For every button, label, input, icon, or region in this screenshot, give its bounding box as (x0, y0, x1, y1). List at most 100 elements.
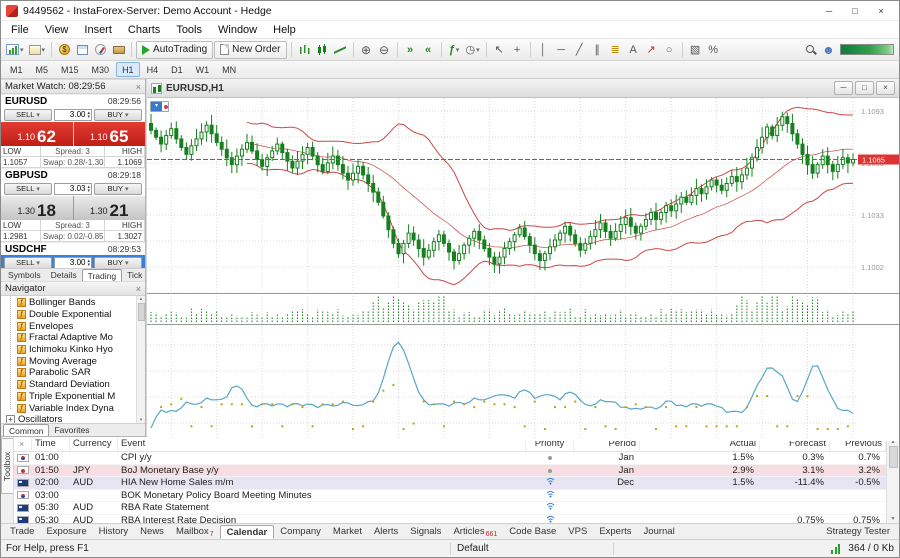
navigator-item-standard-deviation[interactable]: ƒStandard Deviation (1, 379, 145, 391)
buy-button[interactable]: BUY▾ (94, 183, 142, 195)
calendar-scrollbar[interactable]: ▴ ▾ (886, 437, 899, 523)
status-profile[interactable]: Default (457, 543, 607, 554)
tab-articles[interactable]: Articles661 (447, 525, 503, 539)
navigator-tab-common[interactable]: Common (3, 424, 49, 436)
timeframe-m5[interactable]: M5 (30, 62, 55, 77)
tab-market[interactable]: Market (327, 525, 368, 539)
buy-button[interactable]: BUY▾ (94, 109, 142, 121)
timeframe-h4[interactable]: H4 (141, 62, 165, 77)
toolbox-toggle-button[interactable] (110, 41, 127, 59)
tab-company[interactable]: Company (274, 525, 327, 539)
tab-code-base[interactable]: Code Base (503, 525, 562, 539)
volume-input[interactable]: 3.00▴▾ (54, 257, 92, 269)
navigator-item-moving-average[interactable]: ƒMoving Average (1, 355, 145, 367)
minimize-button[interactable]: ─ (816, 2, 842, 20)
navigator-item-variable-index-dyna[interactable]: ƒVariable Index Dyna (1, 402, 145, 414)
navigator-item-fractal-adaptive-mo[interactable]: ƒFractal Adaptive Mo (1, 332, 145, 344)
tab-exposure[interactable]: Exposure (40, 525, 92, 539)
data-window-toggle-button[interactable] (74, 41, 91, 59)
navigator-item-parabolic-sar[interactable]: ƒParabolic SAR (1, 367, 145, 379)
menu-help[interactable]: Help (265, 24, 304, 36)
zoom-out-button[interactable]: ⊖ (376, 41, 393, 59)
calendar-row[interactable]: 01:50JPYBoJ Monetary Base y/yJan2.9%3.1%… (14, 465, 886, 478)
navigator-item-double-exponential[interactable]: ƒDouble Exponential (1, 309, 145, 321)
percent-scale-button[interactable]: % (705, 41, 722, 59)
tab-alerts[interactable]: Alerts (368, 525, 404, 539)
toolbox-vertical-tab[interactable]: Toolbox (1, 438, 13, 494)
market-watch-tab-symbols[interactable]: Symbols (3, 269, 46, 281)
expand-icon[interactable]: + (6, 415, 15, 423)
chart-close-button[interactable]: × (876, 81, 895, 95)
menu-insert[interactable]: Insert (76, 24, 120, 36)
scroll-down-icon[interactable]: ▾ (891, 515, 894, 522)
buy-quote[interactable]: 1.3021 (74, 196, 146, 220)
shapes-button[interactable]: ○ (661, 41, 678, 59)
zoom-in-button[interactable]: ⊕ (358, 41, 375, 59)
volume-spinner[interactable]: ▴▾ (87, 259, 90, 267)
scroll-down-icon[interactable]: ▾ (140, 417, 143, 423)
chart-restore-button[interactable]: □ (855, 81, 874, 95)
objects-list-button[interactable]: ▧ (687, 41, 704, 59)
column-header-currency[interactable]: Currency (70, 437, 118, 451)
new-chart-button[interactable]: ▾ (4, 41, 26, 59)
navigator-item-ichimoku-kinko-hyo[interactable]: ƒIchimoku Kinko Hyo (1, 344, 145, 356)
sell-button[interactable]: SELL▾ (4, 257, 52, 269)
tab-vps[interactable]: VPS (562, 525, 593, 539)
tab-news[interactable]: News (134, 525, 170, 539)
tab-trade[interactable]: Trade (4, 525, 40, 539)
sell-button[interactable]: SELL▾ (4, 109, 52, 121)
timeframe-w1[interactable]: W1 (190, 62, 216, 77)
tab-experts[interactable]: Experts (593, 525, 637, 539)
quote-panel[interactable]: 1.30181.3021 (1, 196, 145, 220)
maximize-button[interactable]: □ (842, 2, 868, 20)
timeframe-d1[interactable]: D1 (165, 62, 189, 77)
navigator-item-envelopes[interactable]: ƒEnvelopes (1, 320, 145, 332)
menu-file[interactable]: File (3, 24, 37, 36)
new-order-button[interactable]: New Order (214, 41, 286, 59)
scrollbar-thumb[interactable] (138, 303, 145, 321)
horizontal-line-button[interactable]: ─ (553, 41, 570, 59)
volume-spinner[interactable]: ▴▾ (87, 111, 90, 119)
one-click-trading-badge[interactable]: ▾ (150, 101, 169, 112)
tab-calendar[interactable]: Calendar (220, 525, 275, 539)
price-chart-svg[interactable]: 1.10931.10631.10331.10021.1065 (147, 98, 900, 438)
calendar-row[interactable]: 03:00BOK Monetary Policy Board Meeting M… (14, 490, 886, 503)
market-watch-toggle-button[interactable]: $ (56, 41, 73, 59)
tab-strategy-tester[interactable]: Strategy Tester (820, 525, 896, 539)
chart-shift-button[interactable]: « (420, 41, 437, 59)
buy-quote[interactable]: 1.1065 (74, 122, 146, 146)
trendline-button[interactable]: ╱ (571, 41, 588, 59)
indicators-button[interactable]: ƒ▾ (446, 41, 463, 59)
close-button[interactable]: × (868, 2, 894, 20)
text-button[interactable]: A (625, 41, 642, 59)
market-watch-tab-tick[interactable]: Tick (122, 269, 146, 281)
sell-quote[interactable]: 1.1062 (1, 122, 74, 146)
tab-history[interactable]: History (93, 525, 135, 539)
chart-minimize-button[interactable]: ─ (834, 81, 853, 95)
volume-input[interactable]: 3.00▴▾ (54, 109, 92, 121)
close-icon[interactable]: × (136, 284, 141, 294)
community-button[interactable]: ☻ (820, 41, 837, 59)
tab-signals[interactable]: Signals (404, 525, 447, 539)
autotrading-button[interactable]: AutoTrading (136, 41, 213, 59)
menu-view[interactable]: View (37, 24, 77, 36)
timeframe-m30[interactable]: M30 (86, 62, 116, 77)
market-watch-tab-trading[interactable]: Trading (82, 269, 123, 281)
sell-quote[interactable]: 1.3018 (1, 196, 74, 220)
auto-scroll-button[interactable]: » (402, 41, 419, 59)
channel-button[interactable]: ∥ (589, 41, 606, 59)
navigator-item-oscillators[interactable]: +Oscillators (1, 414, 145, 423)
navigator-scrollbar[interactable]: ▴ ▾ (136, 296, 145, 423)
fibonacci-button[interactable]: ≣ (607, 41, 624, 59)
volume-input[interactable]: 3.03▴▾ (54, 183, 92, 195)
menu-tools[interactable]: Tools (168, 24, 210, 36)
arrows-button[interactable]: ↗ (643, 41, 660, 59)
vertical-line-button[interactable]: │ (535, 41, 552, 59)
menu-window[interactable]: Window (210, 24, 265, 36)
sell-button[interactable]: SELL▾ (4, 183, 52, 195)
market-watch-tab-details[interactable]: Details (46, 269, 82, 281)
calendar-row[interactable]: 05:30AUDRBA Rate Statement (14, 502, 886, 515)
line-chart-button[interactable] (332, 41, 349, 59)
periods-button[interactable]: ◷▾ (464, 41, 482, 59)
scroll-up-icon[interactable]: ▴ (140, 296, 143, 302)
